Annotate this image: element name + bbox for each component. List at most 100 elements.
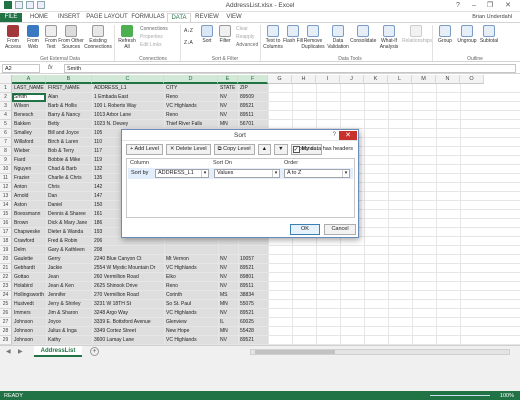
order-select[interactable]: A to Z ▾	[284, 169, 350, 178]
column-header-a[interactable]: A	[12, 75, 46, 84]
table-cell[interactable]: Smith	[12, 93, 46, 102]
column-header-k[interactable]: K	[364, 75, 388, 84]
tab-view[interactable]: VIEW	[223, 13, 245, 22]
table-cell[interactable]: Barry & Nancy	[46, 111, 92, 120]
insert-function-icon[interactable]: fx	[48, 64, 53, 73]
table-cell[interactable]: 3600 Lamay Lane	[92, 336, 164, 345]
table-cell[interactable]: 89521	[238, 102, 268, 111]
row-header[interactable]: 1	[0, 84, 12, 93]
from-other-sources-button[interactable]: From Other Sources	[58, 25, 84, 50]
row-header[interactable]: 7	[0, 138, 12, 147]
row-header[interactable]: 12	[0, 183, 12, 192]
table-cell[interactable]: MN	[218, 327, 238, 336]
table-cell[interactable]: NV	[218, 255, 238, 264]
table-cell[interactable]: VC Highlands	[164, 309, 218, 318]
table-cell[interactable]: NV	[218, 282, 238, 291]
column-header-f[interactable]: F	[238, 75, 268, 84]
copy-level-button[interactable]: ⧉ Copy Level	[213, 144, 255, 155]
table-cell[interactable]: MN	[218, 300, 238, 309]
headers-checkbox-row[interactable]: ✓ My data has headers	[292, 145, 353, 154]
table-cell[interactable]: 2554 W Mystic Mountain Dr	[92, 264, 164, 273]
column-header-m[interactable]: M	[412, 75, 436, 84]
table-cell[interactable]: IL	[218, 318, 238, 327]
table-cell[interactable]: 3339 E. Bottsford Avenue	[92, 318, 164, 327]
row-header[interactable]: 10	[0, 165, 12, 174]
table-cell[interactable]: Hustvedt	[12, 300, 46, 309]
table-cell[interactable]: Bob & Terry	[46, 147, 92, 156]
table-cell[interactable]: 270 Vermillion Road	[92, 291, 164, 300]
name-box[interactable]: A2	[2, 64, 40, 73]
table-cell[interactable]: Dennis & Sharee	[46, 210, 92, 219]
table-cell[interactable]: Johnson	[12, 318, 46, 327]
table-cell[interactable]: 55075	[238, 300, 268, 309]
column-header-c[interactable]: C	[92, 75, 164, 84]
table-cell[interactable]: So St. Paul	[164, 300, 218, 309]
user-name[interactable]: Brian Underdahl	[472, 13, 512, 22]
table-cell[interactable]: NV	[218, 273, 238, 282]
zoom-level[interactable]: 100%	[500, 392, 514, 400]
column-header-g[interactable]: G	[268, 75, 292, 84]
table-cell[interactable]: Crawford	[12, 237, 46, 246]
table-cell[interactable]: Jean	[46, 273, 92, 282]
table-cell[interactable]: NV	[218, 93, 238, 102]
table-cell[interactable]: Thief River Falls	[164, 120, 218, 129]
table-cell[interactable]: NV	[218, 102, 238, 111]
sort-level-row[interactable]: Sort by ADDRESS_L1 ▾ Values ▾ A to Z ▾	[128, 168, 353, 179]
restore-button[interactable]: ❐	[484, 1, 496, 11]
table-cell[interactable]: Nguyen	[12, 165, 46, 174]
table-cell[interactable]: Jennifer	[46, 291, 92, 300]
table-cell[interactable]: Jim & Sharon	[46, 309, 92, 318]
row-header[interactable]: 5	[0, 120, 12, 129]
table-cell[interactable]: 10057	[238, 255, 268, 264]
table-cell[interactable]: Julius & Inga	[46, 327, 92, 336]
row-header[interactable]: 17	[0, 228, 12, 237]
table-cell[interactable]: Charlie & Chris	[46, 174, 92, 183]
row-header[interactable]: 14	[0, 201, 12, 210]
table-cell[interactable]: NV	[218, 264, 238, 273]
table-cell[interactable]: NV	[218, 336, 238, 345]
table-cell[interactable]: 1013 Arbor Lane	[92, 111, 164, 120]
table-cell[interactable]: Boessmann	[12, 210, 46, 219]
connections-small-button[interactable]: Connections	[140, 26, 168, 32]
row-header[interactable]: 26	[0, 309, 12, 318]
table-cell[interactable]: Fiard	[12, 156, 46, 165]
table-cell[interactable]: Birch & Laren	[46, 138, 92, 147]
row-header[interactable]: 18	[0, 237, 12, 246]
tab-data[interactable]: DATA	[167, 13, 191, 22]
select-all-corner[interactable]	[0, 75, 12, 84]
table-cell[interactable]: 38834	[238, 291, 268, 300]
tab-home[interactable]: HOME	[26, 13, 52, 22]
table-cell[interactable]: Brown	[12, 219, 46, 228]
ok-button[interactable]: OK	[290, 224, 320, 235]
header-cell[interactable]: ADDRESS_L1	[92, 84, 164, 93]
header-cell[interactable]: STATE	[218, 84, 238, 93]
table-cell[interactable]: Gebhardt	[12, 264, 46, 273]
table-cell[interactable]: Joyce	[46, 318, 92, 327]
row-header[interactable]: 6	[0, 129, 12, 138]
table-cell[interactable]: Corinth	[164, 291, 218, 300]
table-cell[interactable]: Arnold	[12, 192, 46, 201]
group-button[interactable]: Group	[434, 25, 456, 45]
column-header-n[interactable]: N	[436, 75, 460, 84]
row-header[interactable]: 28	[0, 327, 12, 336]
add-level-button[interactable]: + Add Level	[126, 144, 163, 155]
cancel-button[interactable]: Cancel	[324, 224, 356, 235]
table-cell[interactable]: VC Highlands	[164, 102, 218, 111]
row-header[interactable]: 19	[0, 246, 12, 255]
table-cell[interactable]: MN	[218, 120, 238, 129]
help-button[interactable]: ?	[452, 1, 464, 11]
column-header-j[interactable]: J	[340, 75, 364, 84]
tab-page-layout[interactable]: PAGE LAYOUT	[86, 13, 128, 22]
row-header[interactable]: 8	[0, 147, 12, 156]
row-header[interactable]: 13	[0, 192, 12, 201]
table-cell[interactable]: Gaulette	[12, 255, 46, 264]
table-cell[interactable]: Immers	[12, 309, 46, 318]
table-cell[interactable]: New Hope	[164, 327, 218, 336]
remove-duplicates-button[interactable]: Remove Duplicates	[300, 25, 326, 50]
table-cell[interactable]: Jerry & Shirley	[46, 300, 92, 309]
table-cell[interactable]: Delm	[12, 246, 46, 255]
headers-checkbox[interactable]: ✓	[292, 146, 300, 153]
table-cell[interactable]: Bakken	[12, 120, 46, 129]
move-down-button[interactable]: ▼	[274, 144, 288, 155]
ungroup-button[interactable]: Ungroup	[456, 25, 478, 45]
